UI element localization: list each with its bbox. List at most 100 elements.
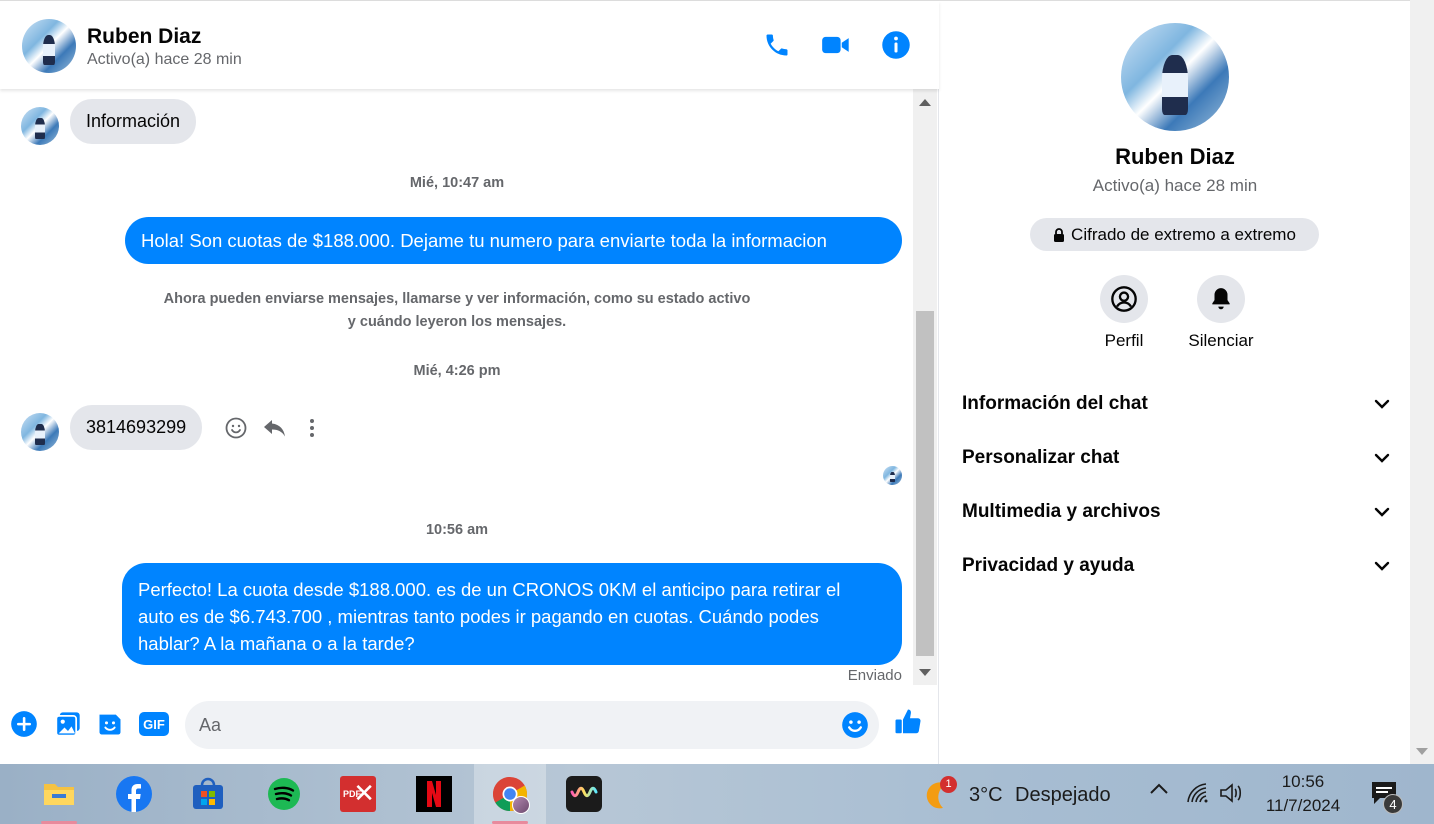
pdf-icon: PDF ✕	[340, 776, 376, 812]
message-scrollbar[interactable]	[913, 89, 937, 685]
wifi-icon	[1187, 783, 1208, 803]
message-incoming[interactable]: 3814693299	[70, 405, 203, 450]
folder-icon	[44, 784, 74, 805]
mute-action-label: Silenciar	[1188, 331, 1254, 350]
chevron-up-icon	[1150, 783, 1168, 794]
weather-badge: 1	[940, 776, 957, 793]
react-button[interactable]	[224, 416, 250, 442]
read-receipt-avatar	[883, 466, 902, 485]
reply-button[interactable]	[262, 416, 288, 442]
encryption-badge[interactable]: Cifrado de extremo a extremo	[1030, 218, 1319, 251]
system-notice-line: y cuándo leyeron los mensajes.	[347, 314, 567, 330]
section-privacy-help[interactable]: Privacidad y ayuda	[962, 546, 1390, 586]
taskbar-spotify[interactable]	[248, 764, 320, 824]
speaker-icon	[1220, 783, 1242, 803]
page-scrollbar[interactable]	[1410, 0, 1434, 764]
attach-photo-button[interactable]	[53, 709, 83, 739]
smiley-icon	[225, 417, 247, 439]
chevron-down-icon	[1374, 399, 1390, 409]
profile-status: Activo(a) hace 28 min	[1092, 176, 1258, 195]
gif-icon: GIF	[139, 712, 169, 736]
timestamp: 10:56 am	[425, 522, 489, 538]
profile-action[interactable]: Perfil	[1079, 275, 1169, 351]
message-outgoing[interactable]: Hola! Son cuotas de $188.000. Dejame tu …	[125, 217, 902, 264]
more-actions-button[interactable]	[9, 709, 39, 739]
sender-avatar	[21, 107, 59, 145]
notification-center-button[interactable]: 4	[1370, 780, 1406, 814]
chat-pane: Ruben Diaz Activo(a) hace 28 min Informa…	[0, 1, 939, 765]
taskbar-store[interactable]	[172, 764, 244, 824]
message-outgoing-long[interactable]: Perfecto! La cuota desde $188.000. es de…	[122, 563, 902, 665]
network-button[interactable]	[1186, 782, 1210, 806]
profile-avatar[interactable]	[1121, 23, 1229, 131]
sticker-button[interactable]	[95, 709, 125, 739]
section-media-files[interactable]: Multimedia y archivos	[962, 492, 1390, 532]
taskbar-netflix[interactable]	[398, 764, 470, 824]
gallery-icon	[55, 712, 80, 737]
user-circle-icon	[1111, 286, 1137, 312]
netflix-icon	[416, 776, 452, 812]
message-input[interactable]	[199, 711, 819, 739]
contact-avatar[interactable]	[22, 19, 76, 73]
gif-button[interactable]: GIF	[137, 709, 171, 739]
volume-button[interactable]	[1219, 782, 1245, 806]
facebook-icon	[116, 776, 152, 812]
phone-icon	[766, 34, 788, 56]
spotify-icon	[268, 778, 300, 810]
message-input-box[interactable]	[185, 701, 879, 749]
message-incoming[interactable]: Información	[70, 99, 197, 144]
scroll-down-arrow-icon[interactable]	[919, 669, 931, 676]
plus-circle-icon	[11, 711, 37, 737]
scroll-down-arrow-icon[interactable]	[1416, 748, 1428, 755]
composer-bar: GIF	[0, 697, 939, 757]
weather-widget[interactable]: 1 3°C Despejado	[920, 776, 1120, 814]
timestamp: Mié, 4:26 pm	[413, 363, 501, 379]
taskbar-audio-app[interactable]	[548, 764, 620, 824]
mute-action[interactable]: Silenciar	[1176, 275, 1266, 351]
conversation-info-button[interactable]	[880, 29, 912, 61]
weather-condition: Despejado	[1015, 784, 1111, 806]
info-pane: Ruben Diaz Activo(a) hace 28 min Cifrado…	[940, 1, 1410, 765]
contact-name[interactable]: Ruben Diaz	[87, 25, 201, 49]
section-label: Información del chat	[962, 393, 1148, 414]
system-notice-line: Ahora pueden enviarse mensajes, llamarse…	[163, 291, 751, 307]
like-button[interactable]	[893, 707, 923, 737]
emoji-button[interactable]	[841, 711, 869, 739]
video-call-button[interactable]	[820, 29, 852, 61]
sent-status: Enviado	[847, 667, 902, 684]
message-line: hablar? A la mañana o a la tarde?	[138, 633, 415, 654]
notification-count: 4	[1383, 794, 1403, 814]
clock[interactable]: 10:56 11/7/2024	[1258, 770, 1348, 818]
sender-avatar	[21, 413, 59, 451]
taskbar-facebook[interactable]	[98, 764, 170, 824]
section-customize-chat[interactable]: Personalizar chat	[962, 438, 1390, 478]
mute-action-circle[interactable]	[1197, 275, 1245, 323]
taskbar-file-explorer[interactable]	[23, 764, 95, 824]
more-options-button[interactable]	[302, 416, 322, 442]
clock-date: 11/7/2024	[1265, 796, 1341, 815]
chevron-down-icon	[1374, 507, 1390, 517]
show-hidden-icons-button[interactable]	[1148, 782, 1172, 802]
store-bag-icon	[193, 777, 223, 809]
scroll-thumb[interactable]	[916, 311, 934, 656]
message-line: Perfecto! La cuota desde $188.000. es de…	[138, 579, 841, 600]
taskbar-chrome[interactable]	[474, 764, 546, 824]
info-icon	[882, 31, 910, 59]
phone-call-button[interactable]	[761, 29, 793, 61]
scroll-up-arrow-icon[interactable]	[919, 99, 931, 106]
taskbar-pdf-editor[interactable]: PDF ✕	[322, 764, 394, 824]
bell-icon	[1212, 288, 1230, 310]
profile-action-circle[interactable]	[1100, 275, 1148, 323]
video-camera-icon	[822, 36, 849, 54]
contact-status: Activo(a) hace 28 min	[87, 51, 242, 68]
message-list: Información Mié, 10:47 am Hola! Son cuot…	[0, 89, 913, 689]
chat-header: Ruben Diaz Activo(a) hace 28 min	[0, 1, 939, 89]
clock-time: 10:56	[1281, 772, 1325, 791]
sticker-icon	[99, 714, 121, 735]
reply-arrow-icon	[264, 420, 285, 437]
profile-action-label: Perfil	[1104, 331, 1144, 350]
section-chat-info[interactable]: Información del chat	[962, 384, 1390, 424]
chevron-down-icon	[1374, 561, 1390, 571]
waveform-app-icon	[566, 776, 602, 812]
lock-icon	[1054, 227, 1065, 242]
